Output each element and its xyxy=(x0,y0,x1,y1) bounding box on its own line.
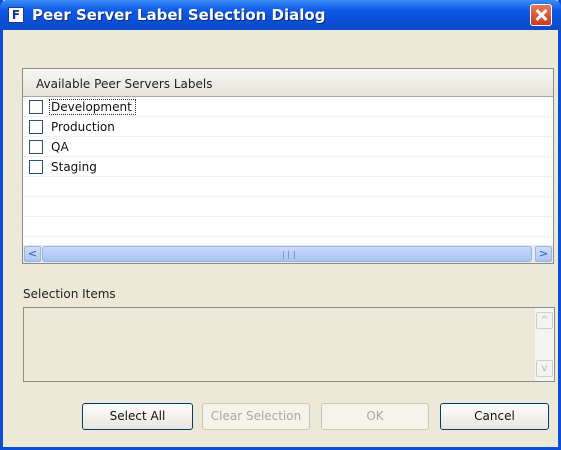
list-item-qa[interactable]: QA xyxy=(23,137,553,157)
list-item-label: Development xyxy=(51,100,132,114)
clear-selection-button[interactable]: Clear Selection xyxy=(202,403,310,430)
window-title: Peer Server Label Selection Dialog xyxy=(32,6,326,24)
dialog-window: F Peer Server Label Selection Dialog Ava… xyxy=(0,0,561,450)
scroll-thumb[interactable] xyxy=(42,246,532,262)
list-item-production[interactable]: Production xyxy=(23,117,553,137)
checkbox[interactable] xyxy=(29,100,43,114)
selection-items-label: Selection Items xyxy=(23,287,116,301)
ok-button[interactable]: OK xyxy=(321,403,429,430)
vertical-scrollbar[interactable]: ^ v xyxy=(535,308,554,381)
list-header-label: Available Peer Servers Labels xyxy=(36,77,213,91)
list-item-label: QA xyxy=(51,140,69,154)
list-item-staging[interactable]: Staging xyxy=(23,157,553,177)
scroll-right-icon[interactable]: > xyxy=(535,246,552,262)
empty-row xyxy=(23,177,553,197)
empty-row xyxy=(23,197,553,217)
scroll-down-icon[interactable]: v xyxy=(536,360,553,377)
available-labels-list[interactable]: Available Peer Servers Labels Developmen… xyxy=(22,68,554,264)
app-icon: F xyxy=(8,7,24,23)
list-item-label: Production xyxy=(51,120,115,134)
select-all-button[interactable]: Select All xyxy=(82,403,193,430)
title-bar[interactable]: F Peer Server Label Selection Dialog xyxy=(0,0,561,30)
checkbox[interactable] xyxy=(29,120,43,134)
list-item-development[interactable]: Development xyxy=(23,97,553,117)
scroll-up-icon[interactable]: ^ xyxy=(536,312,553,329)
selection-items-area[interactable]: ^ v xyxy=(23,307,555,382)
close-icon[interactable] xyxy=(530,4,552,26)
list-item-label: Staging xyxy=(51,160,97,174)
checkbox[interactable] xyxy=(29,140,43,154)
horizontal-scrollbar[interactable]: < > xyxy=(23,245,553,263)
checkbox[interactable] xyxy=(29,160,43,174)
empty-row xyxy=(23,217,553,237)
list-column-header[interactable]: Available Peer Servers Labels xyxy=(23,69,553,97)
cancel-button[interactable]: Cancel xyxy=(440,403,549,430)
grip-icon xyxy=(283,251,295,259)
scroll-left-icon[interactable]: < xyxy=(24,246,41,262)
